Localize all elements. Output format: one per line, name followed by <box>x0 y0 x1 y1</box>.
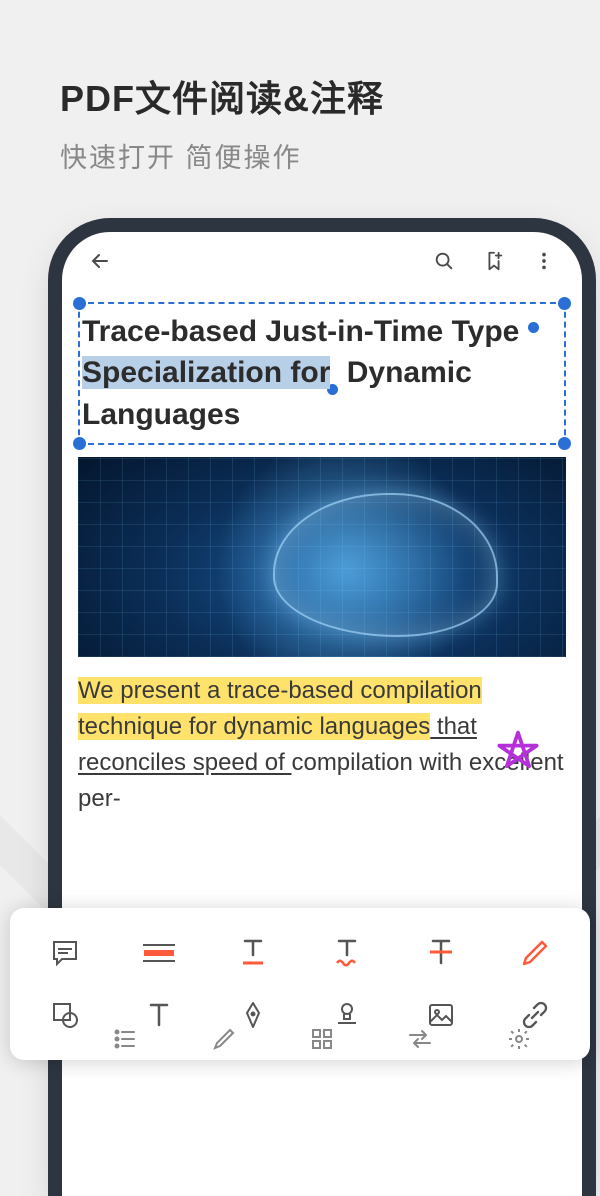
strikethrough-icon <box>425 937 457 969</box>
tool-row-1 <box>18 922 582 984</box>
underline-tool[interactable] <box>227 927 279 979</box>
search-button[interactable] <box>424 241 464 281</box>
pencil-tool[interactable] <box>509 927 561 979</box>
squiggly-icon <box>331 937 363 969</box>
settings-button[interactable] <box>495 1019 543 1059</box>
highlight-icon <box>141 938 177 968</box>
phone-power-button <box>591 420 596 500</box>
eraser-icon <box>212 1027 236 1051</box>
promo-header: PDF文件阅读&注释 快速打开 简便操作 <box>0 0 600 215</box>
highlight-tool[interactable] <box>133 927 185 979</box>
comment-tool[interactable] <box>39 927 91 979</box>
star-annotation-icon[interactable] <box>490 727 546 783</box>
app-top-bar <box>62 232 582 290</box>
text-selection-box[interactable]: Trace-based Just-in-Time Type Specializa… <box>78 302 566 445</box>
highlighted-text[interactable]: We present a trace-based compilation tec… <box>78 677 482 740</box>
search-icon <box>433 250 455 272</box>
squiggly-tool[interactable] <box>321 927 373 979</box>
outline-button[interactable] <box>101 1019 149 1059</box>
bottom-nav <box>76 1016 568 1062</box>
doc-hero-image <box>78 457 566 657</box>
view-mode-button[interactable] <box>298 1019 346 1059</box>
caret-handle[interactable] <box>528 322 539 333</box>
selection-handle[interactable] <box>558 297 571 310</box>
title-text-before: Trace-based Just-in-Time Type <box>82 315 528 348</box>
strikethrough-tool[interactable] <box>415 927 467 979</box>
bookmark-add-icon <box>483 250 505 272</box>
undo-redo-icon <box>407 1027 433 1051</box>
selection-handle[interactable] <box>73 297 86 310</box>
selection-handle[interactable] <box>558 437 571 450</box>
brain-illustration <box>273 493 497 637</box>
promo-subtitle: 快速打开 简便操作 <box>60 136 540 175</box>
underline-icon <box>237 937 269 969</box>
undo-redo-button[interactable] <box>396 1019 444 1059</box>
title-text-selected[interactable]: Specialization for <box>82 356 330 389</box>
edit-button[interactable] <box>200 1019 248 1059</box>
selection-handle[interactable] <box>73 437 86 450</box>
settings-icon <box>507 1027 531 1051</box>
pencil-icon <box>520 938 550 968</box>
comment-icon <box>49 937 81 969</box>
phone-side-buttons <box>48 560 52 752</box>
more-vert-icon <box>533 250 555 272</box>
promo-title: PDF文件阅读&注释 <box>60 70 540 122</box>
outline-icon <box>112 1026 138 1052</box>
document-viewport[interactable]: Trace-based Just-in-Time Type Specializa… <box>62 290 582 829</box>
bookmark-button[interactable] <box>474 241 514 281</box>
back-button[interactable] <box>80 241 120 281</box>
more-button[interactable] <box>524 241 564 281</box>
back-icon <box>88 249 112 273</box>
grid-view-icon <box>310 1027 334 1051</box>
doc-title[interactable]: Trace-based Just-in-Time Type Specializa… <box>82 312 562 435</box>
